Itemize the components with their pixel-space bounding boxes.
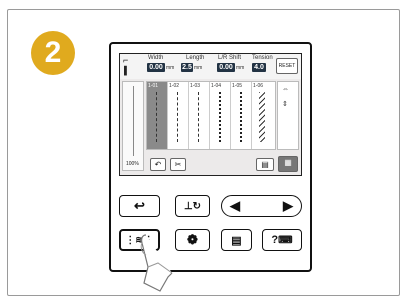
lcd-screen: ⌐ ▌ Width 0.00 mm Length 2.5 mm L/R Shif… [119, 53, 302, 176]
bold-stitch-icon [240, 92, 244, 142]
needle-mode-icon: ⊥↻ [183, 200, 202, 212]
needle-icon: ▌ [124, 66, 130, 75]
right-tools: ⇔ ⇕ [277, 81, 299, 150]
help-label: ? [271, 234, 279, 246]
stitch-cell[interactable]: 1-02 [168, 82, 189, 149]
reverse-stitch-button[interactable]: ↶ [150, 158, 166, 171]
lr-shift-label: L/R Shift [218, 55, 242, 61]
pattern-list-button[interactable]: ▤ [221, 229, 252, 251]
stitch-code: 1-01 [148, 83, 159, 89]
stitch-cell[interactable]: 1-04 [210, 82, 231, 149]
pattern-preview-strip: 100% [122, 81, 144, 171]
triangle-right-icon[interactable]: ▶ [283, 198, 293, 214]
stitch-code: 1-03 [190, 83, 201, 89]
stitch-grid: 1-01 1-02 1-03 1-04 1-05 1-06 [146, 81, 276, 150]
width-unit: mm [166, 65, 175, 71]
help-button[interactable]: ? ⌨ [262, 229, 302, 251]
width-value[interactable]: 0.00 [147, 63, 165, 72]
stitch-cell[interactable]: 1-05 [231, 82, 252, 149]
help-machine-icon: ⌨ [278, 234, 293, 246]
mirror-icon[interactable]: ⇔ [282, 86, 289, 93]
memory-button[interactable]: ▦ [278, 156, 298, 172]
needle-mode-button[interactable]: ⊥↻ [175, 195, 210, 217]
thread-cutter-button[interactable]: ✂ [170, 158, 186, 171]
stitch-code: 1-04 [211, 83, 222, 89]
tension-value[interactable]: 4.0 [252, 63, 266, 72]
stitch-code: 1-02 [169, 83, 180, 89]
lr-shift-unit: mm [236, 65, 245, 71]
pointing-hand-icon [140, 234, 173, 292]
straight-stitch-icon [177, 92, 180, 142]
straight-stitch-icon [198, 92, 201, 142]
page-view-button[interactable]: ▤ [256, 158, 274, 171]
needle-position-icon[interactable]: ⇕ [282, 100, 288, 108]
zigzag-stitch-icon [259, 92, 265, 142]
stitch-cell[interactable]: 1-03 [189, 82, 210, 149]
length-label: Length [186, 55, 205, 61]
presser-foot-icon: ⌐ [123, 55, 129, 65]
back-arrow-icon: ↩ [134, 198, 145, 213]
pattern-list-icon: ▤ [231, 234, 242, 247]
length-unit: mm [194, 65, 203, 71]
stitch-preview-line [133, 86, 134, 156]
length-value[interactable]: 2.5 [181, 63, 193, 72]
stitch-cell[interactable]: 1-06 [252, 82, 273, 149]
back-button[interactable]: ↩ [119, 195, 160, 217]
triangle-left-icon[interactable]: ◀ [230, 198, 240, 214]
stitch-code: 1-05 [232, 83, 243, 89]
stitch-code: 1-06 [253, 83, 264, 89]
settings-bar: ⌐ ▌ Width 0.00 mm Length 2.5 mm L/R Shif… [120, 54, 301, 79]
triple-stitch-icon [219, 92, 223, 142]
tension-label: Tension [252, 55, 273, 61]
stitch-cell[interactable]: 1-01 [147, 82, 168, 149]
lr-shift-value[interactable]: 0.00 [217, 63, 235, 72]
reset-button[interactable]: RESET [276, 58, 298, 74]
width-label: Width [148, 55, 164, 61]
page-nav-button[interactable]: ◀ ▶ [221, 195, 302, 217]
step-number-badge: 2 [31, 31, 75, 75]
zoom-level: 100% [126, 161, 139, 167]
straight-stitch-icon [156, 92, 159, 142]
